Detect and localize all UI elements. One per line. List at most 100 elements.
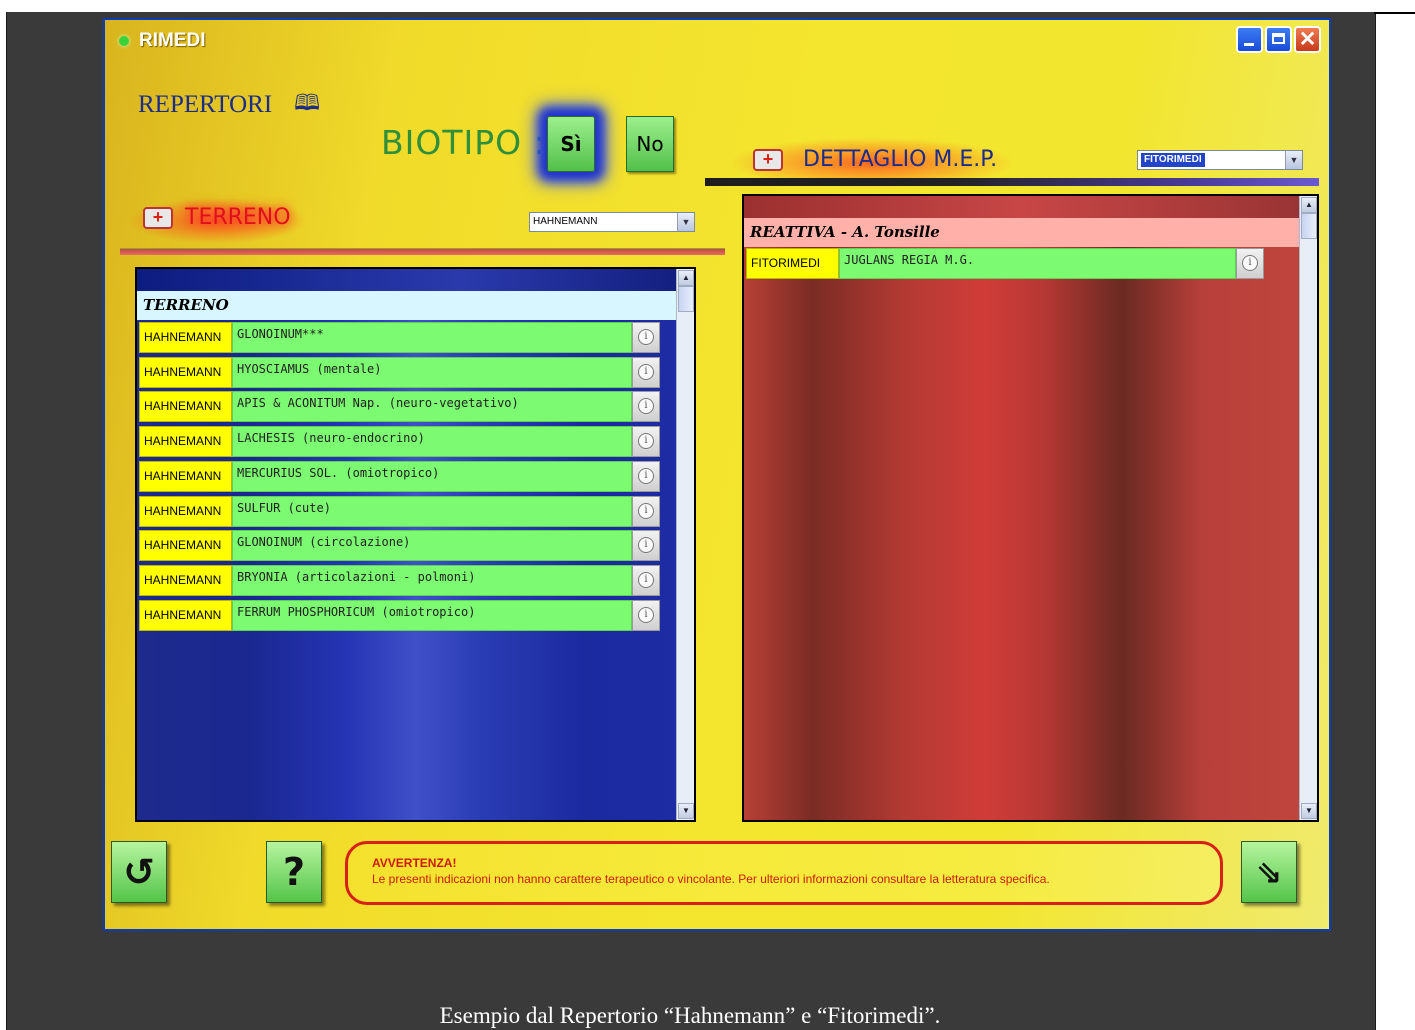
remedy-row[interactable]: FITORIMEDI JUGLANS REGIA M.G. i xyxy=(746,248,1264,281)
minimize-icon[interactable] xyxy=(1236,26,1263,53)
warning-title: AVVERTENZA! xyxy=(372,856,457,870)
terreno-divider xyxy=(120,248,725,255)
terreno-title: TERRENO xyxy=(185,205,291,230)
info-button[interactable]: i xyxy=(632,599,660,631)
scroll-thumb[interactable] xyxy=(1301,213,1317,239)
terreno-scrollbar[interactable]: ▲ ▼ xyxy=(676,269,694,820)
remedy-source: FITORIMEDI xyxy=(746,248,839,279)
dettaglio-list-topband xyxy=(744,196,1299,218)
remedy-name[interactable]: GLONOINUM (circolazione) xyxy=(232,530,632,562)
scroll-down-icon[interactable]: ▼ xyxy=(678,803,694,819)
info-icon: i xyxy=(638,502,654,519)
info-icon: i xyxy=(1242,255,1258,271)
info-icon: i xyxy=(638,537,654,554)
exit-button[interactable]: ⇘ xyxy=(1241,841,1297,903)
rimedi-window: RIMEDI ✕ REPERTORI 🕮 BIOTIPO : Sì No + T… xyxy=(103,18,1331,931)
remedy-name[interactable]: JUGLANS REGIA M.G. xyxy=(839,248,1236,279)
remedy-name[interactable]: SULFUR (cute) xyxy=(232,495,632,527)
repertori-link[interactable]: REPERTORI 🕮 xyxy=(138,86,320,124)
help-button[interactable]: ? xyxy=(266,841,322,903)
info-icon: i xyxy=(638,398,654,415)
remedy-row[interactable]: HAHNEMANN HYOSCIAMUS (mentale) i xyxy=(139,356,660,390)
remedy-name[interactable]: BRYONIA (articolazioni - polmoni) xyxy=(232,564,632,596)
dettaglio-scrollbar[interactable]: ▲ ▼ xyxy=(1299,196,1317,820)
remedy-row[interactable]: HAHNEMANN APIS & ACONITUM Nap. (neuro-veg… xyxy=(139,391,660,424)
remedy-source: HAHNEMANN xyxy=(139,322,232,353)
window-title: RIMEDI xyxy=(139,30,206,51)
dettaglio-list-panel: REATTIVA - A. Tonsille FITORIMEDI JUGLANS… xyxy=(742,194,1319,822)
repertori-label: REPERTORI xyxy=(138,91,273,118)
book-icon[interactable]: 🕮 xyxy=(294,86,320,124)
dettaglio-group-label: REATTIVA - A. Tonsille xyxy=(744,218,1299,247)
reset-button[interactable]: ↺ xyxy=(111,841,167,903)
remedy-row[interactable]: HAHNEMANN FERRUM PHOSPHORICUM (omiotropic… xyxy=(139,599,660,633)
scroll-up-icon[interactable]: ▲ xyxy=(678,270,694,286)
info-button[interactable]: i xyxy=(632,391,660,423)
info-button[interactable]: i xyxy=(632,564,660,596)
remedy-row[interactable]: HAHNEMANN GLONOINUM (circolazione) i xyxy=(139,530,660,563)
remedy-source: HAHNEMANN xyxy=(139,564,232,596)
info-button[interactable]: i xyxy=(632,460,660,492)
info-icon: i xyxy=(638,467,654,484)
warning-box: AVVERTENZA! Le presenti indicazioni non … xyxy=(345,841,1223,905)
info-button[interactable]: i xyxy=(1236,248,1264,279)
terreno-list-panel: TERRENO HAHNEMANN GLONOINUM*** i HAHNEMANN H… xyxy=(135,267,696,822)
info-button[interactable]: i xyxy=(632,495,660,527)
remedy-row[interactable]: HAHNEMANN SULFUR (cute) i xyxy=(139,495,660,529)
info-button[interactable]: i xyxy=(632,322,660,353)
terreno-repertory-select[interactable]: HAHNEMANN ▼ xyxy=(529,212,695,232)
scroll-down-icon[interactable]: ▼ xyxy=(1301,803,1317,819)
remedy-name[interactable]: GLONOINUM*** xyxy=(232,322,632,353)
maximize-icon[interactable] xyxy=(1265,26,1292,53)
dettaglio-divider xyxy=(705,178,1319,186)
remedy-row[interactable]: HAHNEMANN LACHESIS (neuro-endocrino) i xyxy=(139,426,660,459)
remedy-name[interactable]: MERCURIUS SOL. (omiotropico) xyxy=(232,460,632,492)
remedy-source: HAHNEMANN xyxy=(139,495,232,527)
info-button[interactable]: i xyxy=(632,356,660,388)
remedy-row[interactable]: HAHNEMANN BRYONIA (articolazioni - polmon… xyxy=(139,564,660,598)
remedy-row[interactable]: HAHNEMANN GLONOINUM*** i xyxy=(139,322,660,355)
remedy-row[interactable]: HAHNEMANN MERCURIUS SOL. (omiotropico) i xyxy=(139,460,660,494)
terreno-select-value: HAHNEMANN xyxy=(533,216,598,227)
title-bar[interactable]: RIMEDI ✕ xyxy=(105,20,1329,62)
biotipo-no-button[interactable]: No xyxy=(626,116,674,172)
exit-arrow-icon: ⇘ xyxy=(1255,853,1283,891)
remedy-name[interactable]: FERRUM PHOSPHORICUM (omiotropico) xyxy=(232,599,632,631)
remedy-name[interactable]: HYOSCIAMUS (mentale) xyxy=(232,356,632,388)
refresh-icon: ↺ xyxy=(123,850,155,894)
remedy-name[interactable]: LACHESIS (neuro-endocrino) xyxy=(232,426,632,458)
chevron-down-icon[interactable]: ▼ xyxy=(1285,151,1302,169)
frame-edge-line xyxy=(1374,12,1415,14)
scroll-up-icon[interactable]: ▲ xyxy=(1301,197,1317,213)
remedy-source: HAHNEMANN xyxy=(139,356,232,388)
remedy-source: HAHNEMANN xyxy=(139,530,232,562)
biotipo-yes-button[interactable]: Sì xyxy=(547,116,595,172)
scroll-thumb[interactable] xyxy=(678,286,694,312)
app-status-icon xyxy=(119,36,129,46)
info-icon: i xyxy=(638,329,654,345)
dettaglio-select-value: FITORIMEDI xyxy=(1141,153,1205,167)
info-icon: i xyxy=(638,606,654,623)
figure-caption: Esempio dal Repertorio “Hahnemann” e “Fi… xyxy=(439,1003,941,1028)
first-aid-kit-icon: + xyxy=(753,148,783,171)
remedy-source: HAHNEMANN xyxy=(139,460,232,492)
window-controls: ✕ xyxy=(1236,26,1321,53)
close-icon[interactable]: ✕ xyxy=(1294,26,1321,53)
warning-text: Le presenti indicazioni non hanno caratt… xyxy=(372,872,1050,886)
terreno-list-topband xyxy=(137,269,676,291)
terreno-header: + TERRENO xyxy=(143,205,291,230)
dettaglio-header: + DETTAGLIO M.E.P. xyxy=(753,147,997,172)
remedy-name[interactable]: APIS & ACONITUM Nap. (neuro-vegetativo) xyxy=(232,391,632,423)
terreno-group-label: TERRENO xyxy=(137,291,676,320)
info-icon: i xyxy=(638,433,654,450)
info-icon: i xyxy=(638,363,654,380)
dettaglio-repertory-select[interactable]: FITORIMEDI ▼ xyxy=(1137,150,1303,170)
info-button[interactable]: i xyxy=(632,426,660,458)
first-aid-kit-icon: + xyxy=(143,206,173,229)
remedy-source: HAHNEMANN xyxy=(139,599,232,631)
remedy-source: HAHNEMANN xyxy=(139,426,232,458)
chevron-down-icon[interactable]: ▼ xyxy=(677,213,694,231)
remedy-source: HAHNEMANN xyxy=(139,391,232,423)
info-button[interactable]: i xyxy=(632,530,660,562)
info-icon: i xyxy=(638,571,654,588)
